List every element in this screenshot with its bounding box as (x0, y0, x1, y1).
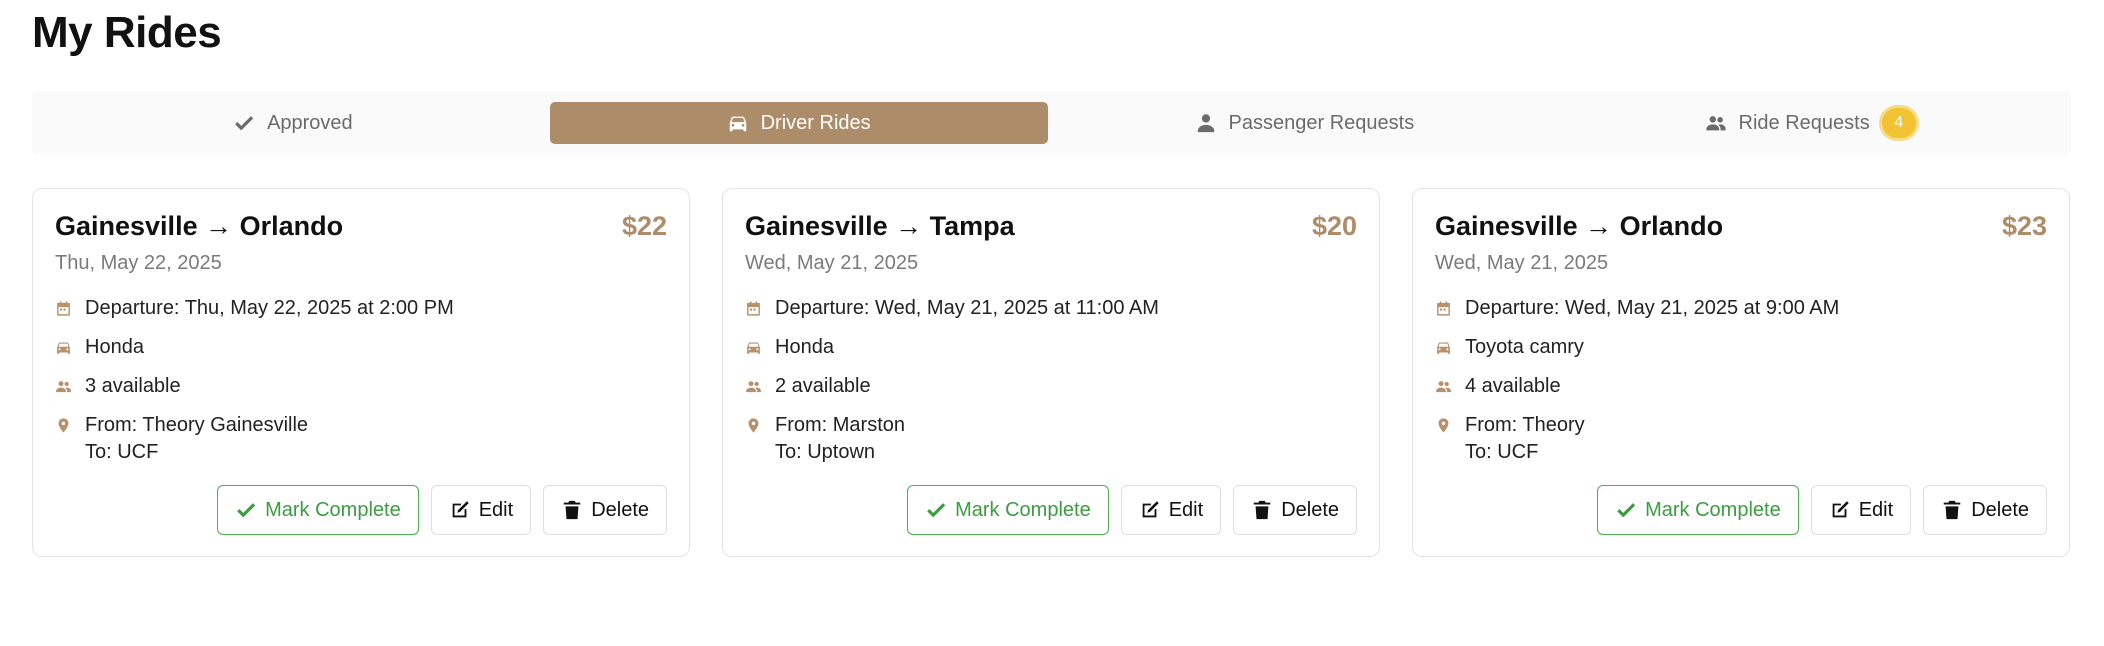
delete-button[interactable]: Delete (1233, 485, 1357, 535)
car-icon (729, 116, 746, 132)
tab-label: Passenger Requests (1228, 111, 1415, 134)
card-actions: Mark Complete Edit Delete (217, 485, 667, 535)
mark-complete-button[interactable]: Mark Complete (907, 485, 1109, 535)
departure-row: Departure: Thu, May 22, 2025 at 2:00 PM (55, 295, 667, 321)
users-icon (746, 380, 761, 392)
seats-text: 3 available (85, 375, 181, 397)
edit-label: Edit (1168, 498, 1204, 521)
card-actions: Mark Complete Edit Delete (1597, 485, 2047, 535)
card-actions: Mark Complete Edit Delete (907, 485, 1357, 535)
tab-ride-requests[interactable]: Ride Requests 4 (1561, 102, 2059, 144)
edit-button[interactable]: Edit (1810, 485, 1912, 535)
delete-button[interactable]: Delete (543, 485, 667, 535)
delete-label: Delete (591, 498, 649, 521)
mark-complete-label: Mark Complete (955, 498, 1091, 521)
to-text: To: UCF (1465, 441, 1539, 463)
edit-icon (1832, 501, 1849, 518)
ride-date: Wed, May 21, 2025 (1435, 252, 1609, 274)
vehicle-row: Honda (55, 334, 667, 360)
ride-card: Gainesville → Orlando $23 Wed, May 21, 2… (1412, 188, 2070, 557)
departure-text: Departure: Thu, May 22, 2025 at 2:00 PM (85, 297, 454, 319)
ride-route: Gainesville → Orlando (1435, 211, 1724, 241)
check-icon (237, 503, 256, 518)
from-text: From: Theory Gainesville (85, 414, 309, 436)
map-pin-icon (748, 417, 759, 433)
vehicle-text: Honda (775, 336, 834, 358)
seats-row: 4 available (1435, 373, 2047, 399)
ride-card: Gainesville → Orlando $22 Thu, May 22, 2… (32, 188, 690, 557)
edit-icon (452, 501, 469, 518)
departure-row: Departure: Wed, May 21, 2025 at 9:00 AM (1435, 295, 2047, 321)
trash-icon (1253, 500, 1271, 520)
check-icon (927, 503, 946, 518)
request-count-badge: 4 (1881, 108, 1916, 138)
ride-cards: Gainesville → Orlando $22 Thu, May 22, 2… (32, 188, 2070, 557)
tab-label: Driver Rides (760, 111, 871, 134)
edit-icon (1142, 501, 1159, 518)
ride-tabs: Approved Driver Rides Passenger Requests… (32, 91, 2071, 155)
delete-label: Delete (1971, 498, 2029, 521)
from-text: From: Marston (775, 414, 906, 436)
check-icon (1617, 503, 1636, 518)
edit-button[interactable]: Edit (1120, 485, 1222, 535)
users-icon (56, 380, 71, 392)
seats-text: 2 available (775, 375, 871, 397)
tab-driver-rides[interactable]: Driver Rides (549, 102, 1048, 144)
vehicle-row: Honda (745, 334, 1357, 360)
seats-row: 3 available (55, 373, 667, 399)
departure-text: Departure: Wed, May 21, 2025 at 9:00 AM (1465, 297, 1840, 319)
departure-row: Departure: Wed, May 21, 2025 at 11:00 AM (745, 295, 1357, 321)
ride-date: Thu, May 22, 2025 (55, 252, 222, 274)
users-icon (1705, 116, 1726, 131)
tab-approved[interactable]: Approved (44, 102, 542, 144)
calendar-icon (1437, 300, 1450, 316)
ride-route: Gainesville → Tampa (745, 211, 1015, 241)
ride-route: Gainesville → Orlando (55, 211, 344, 241)
vehicle-text: Toyota camry (1465, 336, 1584, 358)
delete-label: Delete (1281, 498, 1339, 521)
delete-button[interactable]: Delete (1923, 485, 2047, 535)
edit-button[interactable]: Edit (430, 485, 532, 535)
from-text: From: Theory (1465, 414, 1585, 436)
car-icon (57, 342, 70, 354)
check-icon (235, 116, 254, 131)
mark-complete-label: Mark Complete (265, 498, 401, 521)
page-title: My Rides (32, 8, 222, 57)
location-row: From: Theory To: UCF (1435, 412, 2047, 466)
vehicle-text: Honda (85, 336, 144, 358)
ride-date: Wed, May 21, 2025 (745, 252, 919, 274)
edit-label: Edit (478, 498, 514, 521)
vehicle-row: Toyota camry (1435, 334, 2047, 360)
car-icon (1437, 342, 1450, 354)
seats-row: 2 available (745, 373, 1357, 399)
mark-complete-label: Mark Complete (1645, 498, 1781, 521)
calendar-icon (747, 300, 760, 316)
trash-icon (563, 500, 581, 520)
mark-complete-button[interactable]: Mark Complete (1597, 485, 1799, 535)
location-row: From: Theory Gainesville To: UCF (55, 412, 667, 466)
tab-label: Approved (267, 111, 353, 134)
trash-icon (1943, 500, 1961, 520)
car-icon (747, 342, 760, 354)
ride-price: $22 (621, 211, 667, 241)
ride-price: $23 (2001, 211, 2047, 241)
users-icon (1436, 380, 1451, 392)
to-text: To: UCF (85, 441, 159, 463)
map-pin-icon (58, 417, 69, 433)
tab-label: Ride Requests (1738, 111, 1870, 134)
ride-price: $20 (1311, 211, 1357, 241)
user-icon (1197, 114, 1214, 133)
seats-text: 4 available (1465, 375, 1561, 397)
ride-card: Gainesville → Tampa $20 Wed, May 21, 202… (722, 188, 1380, 557)
my-rides-page: My Rides Approved Driver Rides Passenger… (0, 0, 2104, 646)
map-pin-icon (1438, 417, 1449, 433)
mark-complete-button[interactable]: Mark Complete (217, 485, 419, 535)
edit-label: Edit (1858, 498, 1894, 521)
departure-text: Departure: Wed, May 21, 2025 at 11:00 AM (775, 297, 1159, 319)
calendar-icon (57, 300, 70, 316)
location-row: From: Marston To: Uptown (745, 412, 1357, 466)
to-text: To: Uptown (775, 441, 876, 463)
tab-passenger-requests[interactable]: Passenger Requests (1056, 102, 1554, 144)
